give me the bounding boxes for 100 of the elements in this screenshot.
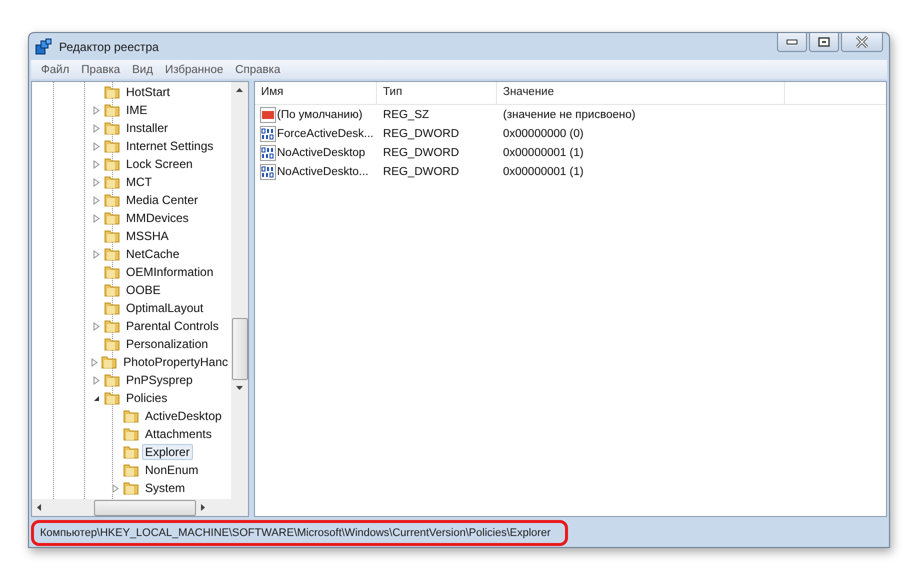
expand-arrow-icon[interactable]: [92, 322, 100, 330]
scroll-thumb[interactable]: [94, 500, 196, 516]
folder-icon: [104, 210, 120, 226]
expand-arrow-icon[interactable]: [92, 142, 100, 150]
tree-item[interactable]: PhotoPropertyHanc: [120, 354, 231, 370]
folder-icon: [104, 372, 120, 388]
folder-icon: [104, 300, 120, 316]
scroll-up-icon[interactable]: [236, 88, 243, 92]
tree-item[interactable]: Installer: [123, 120, 172, 136]
folder-icon: [104, 318, 120, 334]
maximize-button[interactable]: [809, 33, 839, 52]
expand-arrow-icon[interactable]: [92, 124, 100, 132]
collapse-arrow-icon[interactable]: [92, 394, 100, 402]
tree-item[interactable]: OOBE: [123, 282, 164, 298]
folder-icon: [123, 462, 139, 478]
folder-icon: [123, 408, 139, 424]
tree-item[interactable]: System: [142, 480, 188, 496]
tree-item[interactable]: NonEnum: [142, 462, 202, 478]
folder-icon: [123, 444, 139, 460]
tree-item[interactable]: Internet Settings: [123, 138, 216, 154]
folder-icon: [104, 138, 120, 154]
minimize-icon: [786, 39, 798, 45]
value-name[interactable]: ForceActiveDesk...: [277, 128, 374, 140]
folder-icon: [104, 84, 120, 100]
tree-item[interactable]: OptimalLayout: [123, 300, 206, 316]
binary-value-icon: [260, 126, 276, 142]
scroll-right-icon[interactable]: [201, 504, 205, 511]
status-path: Компьютер\HKEY_LOCAL_MACHINE\SOFTWARE\Microsoft\Windows\CurrentVersion\Policies\Explorer: [31, 520, 568, 546]
menu-item[interactable]: Избранное: [158, 64, 230, 76]
folder-icon: [123, 480, 139, 496]
window-title: Редактор реестра: [59, 40, 159, 54]
maximize-icon: [818, 37, 830, 47]
expand-arrow-icon[interactable]: [90, 358, 100, 366]
tree-item[interactable]: Media Center: [123, 192, 202, 208]
folder-icon: [104, 102, 120, 118]
folder-icon: [104, 336, 120, 352]
tree-item[interactable]: HotStart: [123, 84, 174, 100]
value-type: REG_SZ: [382, 108, 430, 120]
expand-arrow-icon[interactable]: [92, 376, 100, 384]
column-header[interactable]: Значение: [497, 82, 785, 104]
value-data: (значение не присвоено): [502, 108, 636, 120]
tree-item[interactable]: Policies: [123, 390, 170, 406]
vertical-scrollbar[interactable]: [231, 82, 248, 499]
tree-item[interactable]: NetCache: [123, 246, 182, 262]
tree-item[interactable]: ActiveDesktop: [142, 408, 225, 424]
binary-value-icon: [260, 144, 276, 160]
tree-item[interactable]: MMDevices: [123, 210, 192, 226]
close-icon: [855, 36, 869, 48]
tree-item[interactable]: OEMInformation: [123, 264, 216, 280]
expand-arrow-icon[interactable]: [110, 484, 120, 492]
scroll-left-icon[interactable]: [37, 504, 41, 511]
string-value-icon: [260, 106, 276, 122]
tree-item[interactable]: Parental Controls: [123, 318, 222, 334]
folder-icon: [104, 156, 120, 172]
horizontal-scrollbar[interactable]: [32, 499, 248, 516]
menu-item[interactable]: Справка: [229, 64, 286, 76]
value-name[interactable]: NoActiveDeskto...: [277, 166, 368, 178]
minimize-button[interactable]: [777, 33, 807, 52]
scroll-thumb[interactable]: [232, 318, 248, 380]
tree-item[interactable]: MSSHA: [123, 228, 172, 244]
tree-item[interactable]: MCT: [123, 174, 155, 190]
expand-arrow-icon[interactable]: [92, 160, 100, 168]
folder-icon: [104, 228, 120, 244]
column-header[interactable]: Имя: [255, 82, 377, 104]
tree-item[interactable]: Personalization: [123, 336, 212, 352]
menu-item[interactable]: Файл: [35, 64, 76, 76]
tree-item[interactable]: PnPSysprep: [123, 372, 196, 388]
menu-item[interactable]: Вид: [126, 64, 159, 76]
tree-item[interactable]: Lock Screen: [123, 156, 196, 172]
expand-arrow-icon[interactable]: [92, 214, 100, 222]
expand-arrow-icon[interactable]: [92, 196, 100, 204]
folder-icon: [104, 174, 120, 190]
expand-arrow-icon[interactable]: [92, 106, 100, 114]
binary-value-icon: [260, 164, 276, 180]
tree-item[interactable]: IME: [123, 102, 150, 118]
value-type: REG_DWORD: [382, 166, 460, 178]
close-button[interactable]: [841, 33, 883, 52]
value-name[interactable]: (По умолчанию): [277, 108, 362, 120]
value-data: 0x00000001 (1): [502, 166, 585, 178]
folder-icon: [104, 282, 120, 298]
scroll-down-icon[interactable]: [236, 386, 243, 390]
value-type: REG_DWORD: [382, 128, 460, 140]
folder-icon: [104, 390, 120, 406]
value-data: 0x00000000 (0): [502, 128, 585, 140]
tree-item[interactable]: Attachments: [142, 426, 215, 442]
value-type: REG_DWORD: [382, 146, 460, 158]
folder-icon: [123, 426, 139, 442]
folder-icon: [104, 120, 120, 136]
value-data: 0x00000001 (1): [502, 146, 585, 158]
value-name[interactable]: NoActiveDesktop: [277, 146, 366, 158]
column-header[interactable]: Тип: [377, 82, 497, 104]
expand-arrow-icon[interactable]: [92, 250, 100, 258]
folder-icon: [101, 354, 118, 370]
folder-icon: [104, 192, 120, 208]
folder-icon: [104, 264, 120, 280]
expand-arrow-icon[interactable]: [92, 178, 100, 186]
menu-item[interactable]: Правка: [75, 64, 126, 76]
folder-icon: [104, 246, 120, 262]
tree-item[interactable]: Explorer: [142, 444, 193, 460]
registry-cubes-icon: [35, 38, 53, 56]
